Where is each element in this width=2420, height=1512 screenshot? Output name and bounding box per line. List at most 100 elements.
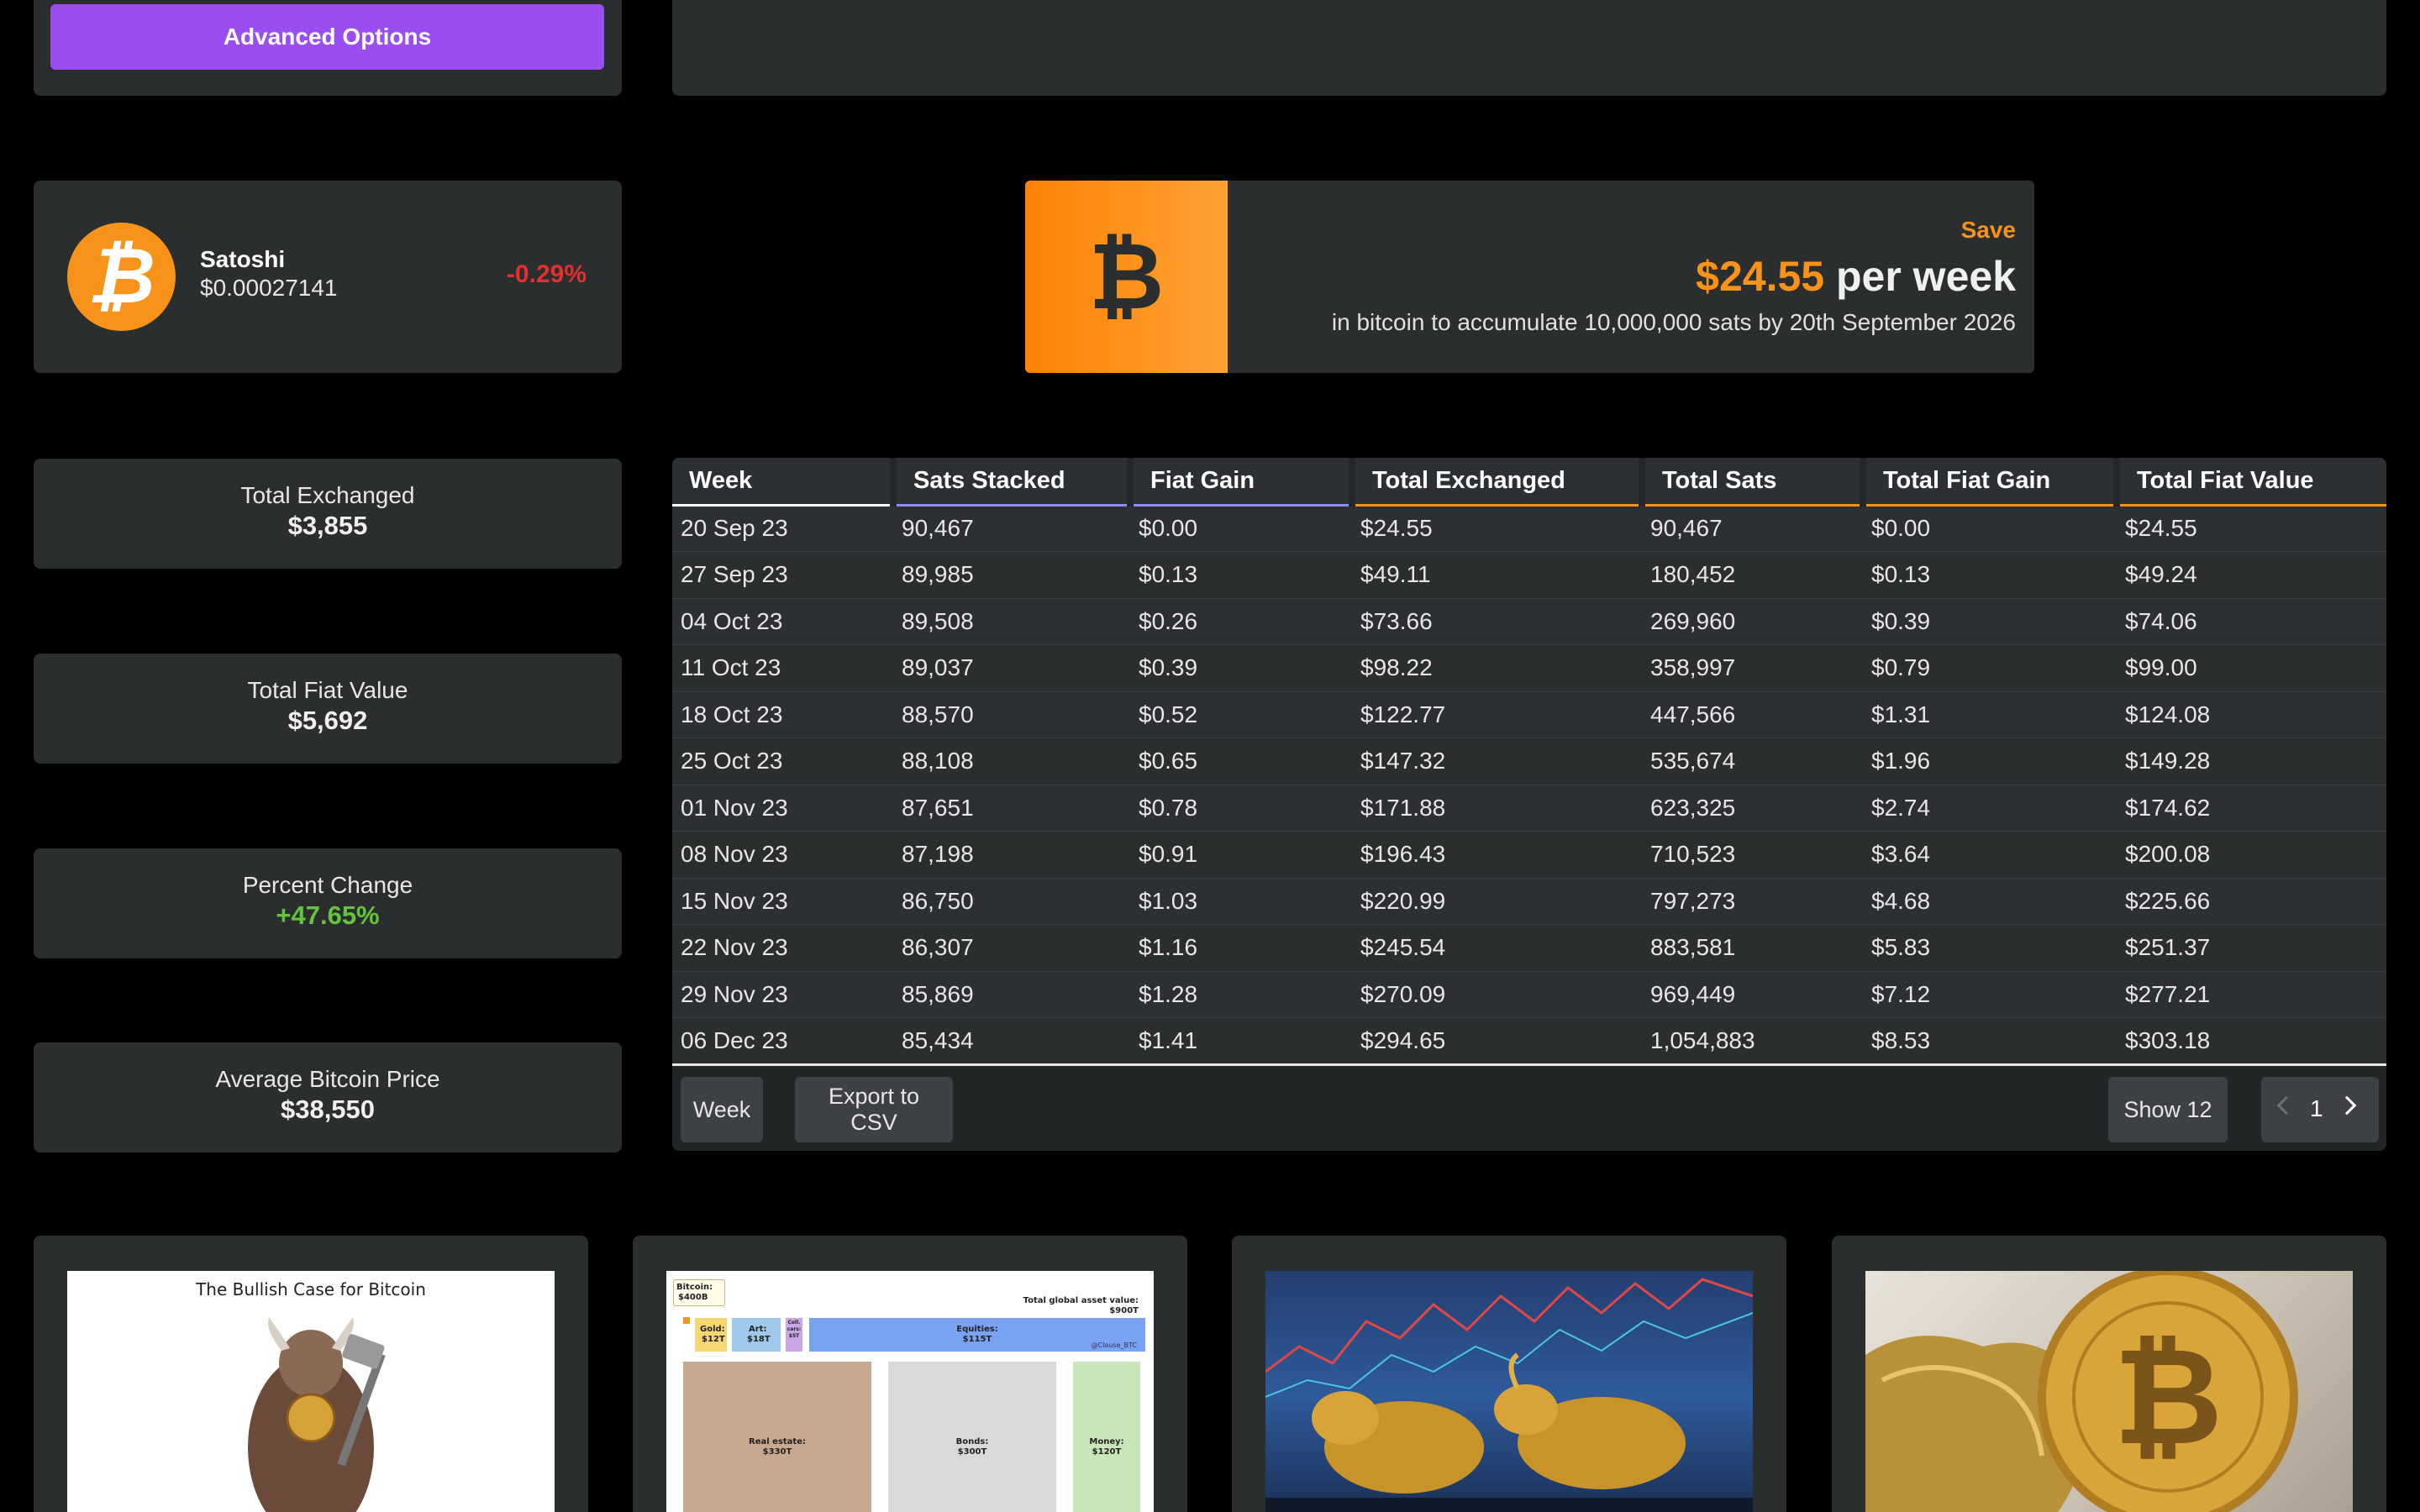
column-header-fiat-gain[interactable]: Fiat Gain [1127, 458, 1352, 507]
table-cell: $270.09 [1352, 971, 1642, 1018]
table-cell: 88,570 [893, 691, 1130, 738]
table-cell: $49.11 [1352, 551, 1642, 599]
table-cell: $0.39 [1130, 644, 1352, 692]
save-per: per week [1835, 253, 2016, 300]
table-cell: $251.37 [2117, 924, 2386, 972]
table-row: 27 Sep 23 89,985 $0.13 $49.11 180,452 $0.13 $4… [672, 551, 2386, 599]
save-description: in bitcoin to accumulate 10,000,000 sats… [1331, 309, 2016, 335]
column-header-total-fiat-gain[interactable]: Total Fiat Gain [1860, 458, 2117, 507]
table-cell: $0.91 [1130, 831, 1352, 879]
stat-average-bitcoin-price: Average Bitcoin Price $38,550 [34, 1042, 622, 1152]
table-cell: $24.55 [1352, 505, 1642, 552]
table-cell: 89,985 [893, 551, 1130, 599]
table-cell: 797,273 [1642, 878, 1863, 925]
table-cell: 89,508 [893, 598, 1130, 645]
save-label: Save [1960, 217, 2016, 243]
table-cell: $3.64 [1863, 831, 2117, 879]
week-button[interactable]: Week [681, 1077, 763, 1142]
column-header-sats-stacked[interactable]: Sats Stacked [890, 458, 1130, 507]
table-cell: 90,467 [1642, 505, 1863, 552]
column-header-total-exchanged[interactable]: Total Exchanged [1349, 458, 1642, 507]
column-header-total-fiat-value[interactable]: Total Fiat Value [2113, 458, 2386, 507]
table-cell: 269,960 [1642, 598, 1863, 645]
table-cell: 01 Nov 23 [672, 785, 893, 832]
table-cell: $1.03 [1130, 878, 1352, 925]
table-cell: 447,566 [1642, 691, 1863, 738]
coin-price-panel: ₿ Satoshi $0.00027141 -0.29% [34, 181, 622, 373]
chevron-left-icon[interactable] [2276, 1095, 2296, 1116]
table-cell: 27 Sep 23 [672, 551, 893, 599]
table-cell: $0.26 [1130, 598, 1352, 645]
table-cell: 90,467 [893, 505, 1130, 552]
stat-total-exchanged: Total Exchanged $3,855 [34, 459, 622, 569]
article-card[interactable]: Bitcoin: $400B Total global asset value:… [633, 1236, 1187, 1512]
table-cell: 358,997 [1642, 644, 1863, 692]
table-cell: $7.12 [1863, 971, 2117, 1018]
table-row: 06 Dec 23 85,434 $1.41 $294.65 1,054,883 $8.5… [672, 1017, 2386, 1066]
table-cell: 15 Nov 23 [672, 878, 893, 925]
market-illustration [1265, 1278, 1753, 1512]
bull-illustration [248, 1317, 386, 1512]
table-cell: $0.00 [1863, 505, 2117, 552]
table-cell: $0.13 [1863, 551, 2117, 599]
table-row: 11 Oct 23 89,037 $0.39 $98.22 358,997 $0.79 $9… [672, 644, 2386, 692]
table-row: 25 Oct 23 88,108 $0.65 $147.32 535,674 $1.96 $… [672, 738, 2386, 785]
article-card[interactable] [1232, 1236, 1786, 1512]
advanced-options-button[interactable]: Advanced Options [50, 4, 604, 70]
table-row: 22 Nov 23 86,307 $1.16 $245.54 883,581 $5.83 $… [672, 924, 2386, 972]
table-cell: 88,108 [893, 738, 1130, 785]
table-cell: 25 Oct 23 [672, 738, 893, 785]
table-cell: 85,869 [893, 971, 1130, 1018]
stat-label: Percent Change [242, 872, 413, 898]
table-cell: $0.52 [1130, 691, 1352, 738]
stat-value: +47.65% [276, 900, 380, 930]
coin-name: Satoshi [200, 246, 286, 272]
stat-total-fiat-value: Total Fiat Value $5,692 [34, 654, 622, 764]
column-header-total-sats[interactable]: Total Sats [1639, 458, 1863, 507]
table-cell: $225.66 [2117, 878, 2386, 925]
table-cell: $122.77 [1352, 691, 1642, 738]
table-cell: $124.08 [2117, 691, 2386, 738]
column-header-week[interactable]: Week [672, 458, 893, 507]
table-cell: 06 Dec 23 [672, 1017, 893, 1066]
bitcoin-icon: ₿ [1025, 181, 1228, 373]
bullish-case-image: The Bullish Case for Bitcoin [67, 1271, 555, 1512]
table-cell: $196.43 [1352, 831, 1642, 879]
article-card[interactable]: The Bullish Case for Bitcoin [34, 1236, 588, 1512]
table-cell: $1.31 [1863, 691, 2117, 738]
table-cell: 535,674 [1642, 738, 1863, 785]
save-amount: $24.55 [1696, 253, 1825, 300]
article-card[interactable]: ₿ [1832, 1236, 2386, 1512]
table-row: 04 Oct 23 89,508 $0.26 $73.66 269,960 $0.39 $7… [672, 598, 2386, 645]
table-cell: $99.00 [2117, 644, 2386, 692]
table-body: 20 Sep 23 90,467 $0.00 $24.55 90,467 $0.00 $24… [672, 505, 2386, 1066]
table-row: 08 Nov 23 87,198 $0.91 $196.43 710,523 $3.64 $… [672, 831, 2386, 879]
table-cell: $220.99 [1352, 878, 1642, 925]
table-cell: 883,581 [1642, 924, 1863, 972]
table-cell: 623,325 [1642, 785, 1863, 832]
table-cell: 08 Nov 23 [672, 831, 893, 879]
table-row: 29 Nov 23 85,869 $1.28 $270.09 969,449 $7.12 $… [672, 971, 2386, 1018]
table-cell: $294.65 [1352, 1017, 1642, 1066]
table-cell: 20 Sep 23 [672, 505, 893, 552]
table-cell: 85,434 [893, 1017, 1130, 1066]
table-cell: $1.28 [1130, 971, 1352, 1018]
table-cell: 29 Nov 23 [672, 971, 893, 1018]
pagination: 1 [2261, 1077, 2379, 1142]
show-rows-button[interactable]: Show 12 [2108, 1077, 2228, 1142]
chevron-right-icon[interactable] [2337, 1095, 2357, 1116]
table-cell: 04 Oct 23 [672, 598, 893, 645]
stat-label: Total Fiat Value [247, 677, 408, 703]
table-cell: 969,449 [1642, 971, 1863, 1018]
stat-label: Total Exchanged [240, 482, 415, 508]
bitcoin-logo-icon: ₿ [67, 223, 176, 331]
table-cell: $245.54 [1352, 924, 1642, 972]
table-row: 18 Oct 23 88,570 $0.52 $122.77 447,566 $1.31 $… [672, 691, 2386, 738]
export-csv-button[interactable]: Export to CSV [795, 1077, 953, 1142]
table-cell: $0.39 [1863, 598, 2117, 645]
bitcoin-coin-illustration: ₿ [1865, 1271, 2298, 1512]
dca-table: Week Sats Stacked Fiat Gain Total Exchan… [672, 458, 2386, 1066]
page-number: 1 [2310, 1095, 2323, 1121]
table-cell: $277.21 [2117, 971, 2386, 1018]
table-cell: $2.74 [1863, 785, 2117, 832]
